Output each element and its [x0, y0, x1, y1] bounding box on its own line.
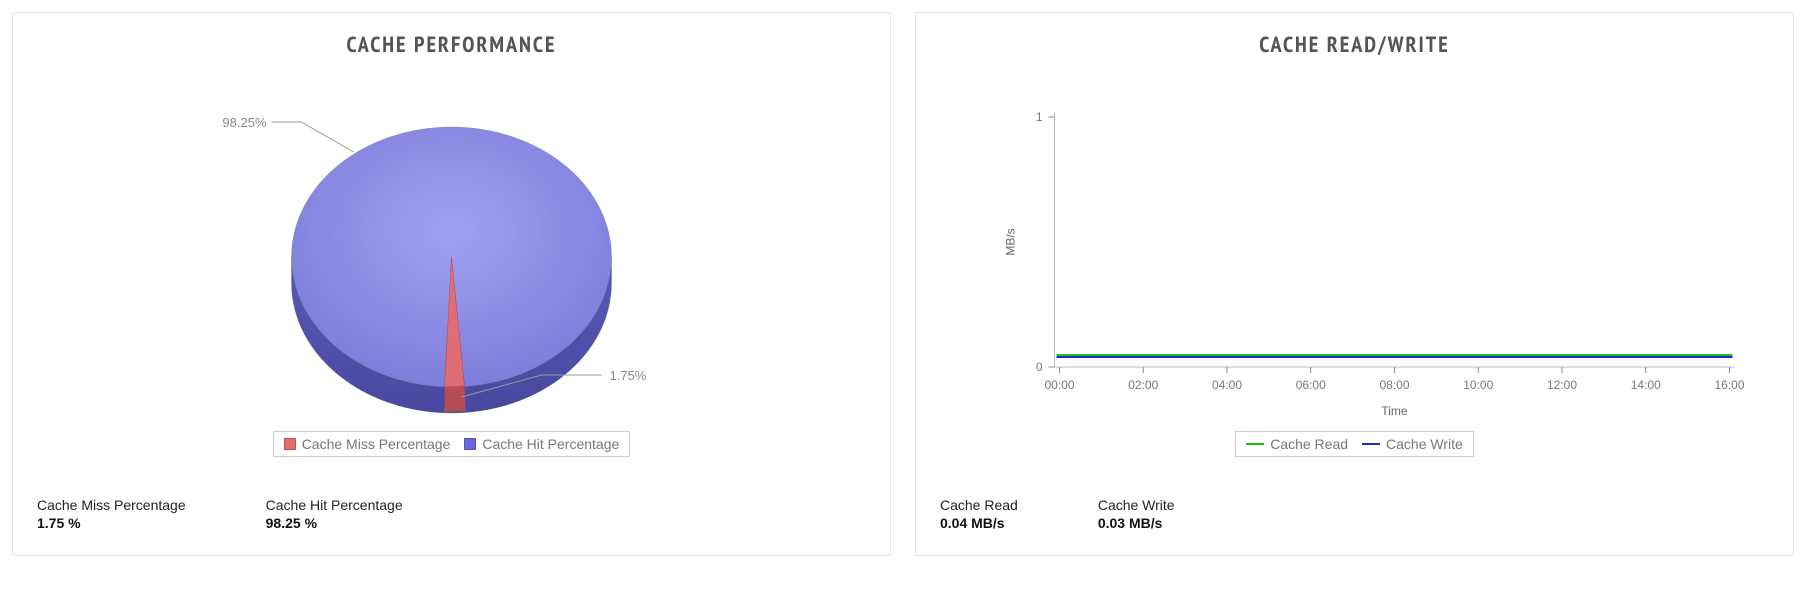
line-legend: Cache Read Cache Write [940, 431, 1769, 457]
stat-write: Cache Write 0.03 MB/s [1098, 497, 1175, 531]
pie-miss-side [445, 386, 466, 412]
cache-readwrite-title: CACHE READ/WRITE [940, 31, 1769, 59]
stat-miss-value: 1.75 % [37, 515, 186, 531]
legend-label-write: Cache Write [1386, 436, 1463, 452]
legend-swatch-miss [284, 438, 296, 450]
pie-stats: Cache Miss Percentage 1.75 % Cache Hit P… [37, 497, 866, 531]
stat-hit: Cache Hit Percentage 98.25 % [266, 497, 403, 531]
ytick-1: 1 [1036, 110, 1043, 124]
xtick-label: 14:00 [1631, 378, 1661, 392]
line-chart-svg: 0 1 MB/s 00:00 02:00 04:00 06:00 08:00 10:00 1… [940, 67, 1769, 427]
stat-miss-label: Cache Miss Percentage [37, 497, 186, 513]
cache-performance-panel: CACHE PERFORMANCE [12, 12, 891, 556]
pie-legend: Cache Miss Percentage Cache Hit Percenta… [37, 431, 866, 457]
xtick-label: 06:00 [1296, 378, 1326, 392]
legend-item-hit[interactable]: Cache Hit Percentage [464, 436, 619, 452]
cache-performance-chart: 98.25% 1.75% [37, 67, 866, 427]
stat-hit-value: 98.25 % [266, 515, 403, 531]
legend-item-miss[interactable]: Cache Miss Percentage [284, 436, 451, 452]
xtick-label: 04:00 [1212, 378, 1242, 392]
stat-write-value: 0.03 MB/s [1098, 515, 1175, 531]
legend-item-read[interactable]: Cache Read [1246, 436, 1348, 452]
cache-performance-title: CACHE PERFORMANCE [37, 31, 866, 59]
y-axis-label: MB/s [1004, 228, 1018, 255]
legend-swatch-write [1362, 443, 1380, 445]
x-ticks: 00:00 02:00 04:00 06:00 08:00 10:00 12:00 14:00… [1044, 367, 1744, 392]
legend-swatch-hit [464, 438, 476, 450]
legend-item-write[interactable]: Cache Write [1362, 436, 1463, 452]
stat-hit-label: Cache Hit Percentage [266, 497, 403, 513]
stat-read: Cache Read 0.04 MB/s [940, 497, 1018, 531]
legend-label-read: Cache Read [1270, 436, 1348, 452]
stat-read-label: Cache Read [940, 497, 1018, 513]
legend-swatch-read [1246, 443, 1264, 445]
ytick-0: 0 [1036, 360, 1043, 374]
stat-miss: Cache Miss Percentage 1.75 % [37, 497, 186, 531]
x-axis-label: Time [1381, 404, 1408, 418]
stat-write-label: Cache Write [1098, 497, 1175, 513]
pie-hit-leader [272, 122, 354, 152]
xtick-label: 12:00 [1547, 378, 1577, 392]
stat-read-value: 0.04 MB/s [940, 515, 1018, 531]
xtick-label: 00:00 [1044, 378, 1074, 392]
legend-label-miss: Cache Miss Percentage [302, 436, 451, 452]
pie-hit-label: 98.25% [222, 115, 267, 130]
line-stats: Cache Read 0.04 MB/s Cache Write 0.03 MB… [940, 497, 1769, 531]
pie-miss-label: 1.75% [610, 368, 647, 383]
pie-chart-svg: 98.25% 1.75% [37, 67, 866, 427]
plot-area: 0 1 MB/s 00:00 02:00 04:00 06:00 08:00 10:00 1… [1004, 110, 1745, 418]
cache-readwrite-chart: 0 1 MB/s 00:00 02:00 04:00 06:00 08:00 10:00 1… [940, 67, 1769, 427]
cache-readwrite-panel: CACHE READ/WRITE 0 1 MB/s 00:0002:0004 [915, 12, 1794, 556]
xtick-label: 16:00 [1714, 378, 1744, 392]
legend-label-hit: Cache Hit Percentage [482, 436, 619, 452]
xtick-label: 08:00 [1379, 378, 1409, 392]
xtick-label: 02:00 [1128, 378, 1158, 392]
xtick-label: 10:00 [1463, 378, 1493, 392]
